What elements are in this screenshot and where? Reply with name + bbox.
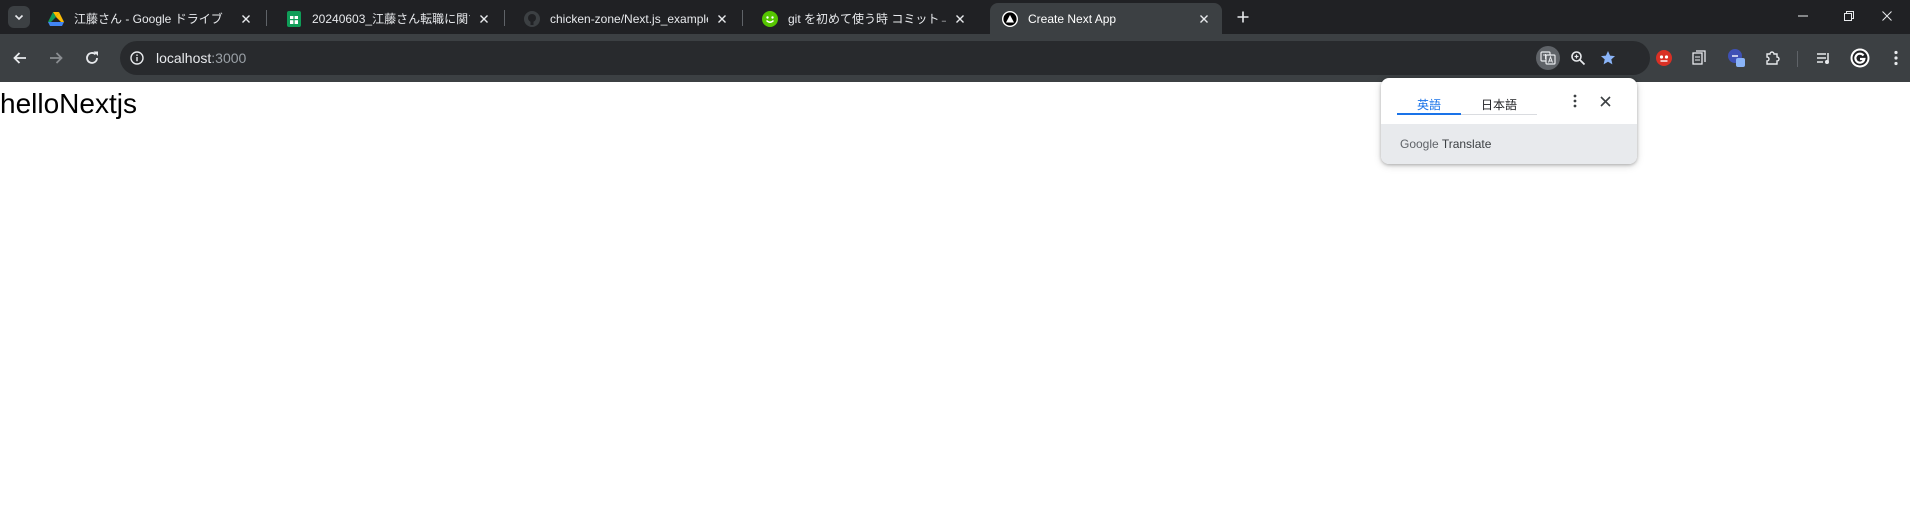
url-host: localhost xyxy=(156,50,212,66)
url-port: :3000 xyxy=(211,50,247,66)
brand-google: Google xyxy=(1400,137,1439,151)
playlist-icon xyxy=(1817,53,1829,64)
media-control-button[interactable] xyxy=(1812,46,1836,70)
close-icon[interactable] xyxy=(238,11,254,27)
smiley-site-icon xyxy=(762,10,778,27)
page-heading: helloNextjs xyxy=(0,88,137,119)
minimize-button[interactable] xyxy=(1780,0,1826,32)
minimize-icon xyxy=(1798,15,1808,17)
browser-toolbar: localhost:3000 xyxy=(0,34,1910,82)
tab-git-article[interactable]: git を初めて使う時 コミット→プッシ xyxy=(750,3,978,34)
reload-icon xyxy=(86,51,98,64)
active-tab-indicator xyxy=(1397,113,1461,115)
star-icon xyxy=(1601,51,1615,65)
reload-button[interactable] xyxy=(80,46,104,70)
arrow-left-icon xyxy=(13,52,26,64)
translate-popup: 英語 日本語 Google Translate xyxy=(1381,78,1637,164)
site-info-icon[interactable] xyxy=(129,50,145,66)
tab-title: 20240603_江藤さん転職に関する xyxy=(312,12,470,26)
close-icon xyxy=(1882,11,1892,21)
extension-blue-button[interactable] xyxy=(1724,46,1748,70)
url-text[interactable]: localhost:3000 xyxy=(156,50,246,66)
extensions-button[interactable] xyxy=(1760,46,1784,70)
nextjs-icon xyxy=(1002,10,1018,27)
plus-icon xyxy=(1237,11,1249,23)
tab-title: 江藤さん - Google ドライブ xyxy=(74,12,223,26)
new-tab-button[interactable] xyxy=(1232,6,1254,28)
translate-close-button[interactable] xyxy=(1595,91,1615,111)
google-drive-icon xyxy=(48,11,64,27)
google-account-icon xyxy=(1850,48,1870,68)
tab-search-button[interactable] xyxy=(8,6,30,28)
address-bar[interactable]: localhost:3000 xyxy=(120,41,1650,75)
extension-red-button[interactable] xyxy=(1652,46,1676,70)
tab-source-language[interactable]: 英語 xyxy=(1397,93,1461,115)
tab-google-drive[interactable]: 江藤さん - Google ドライブ xyxy=(36,3,264,34)
copy-extension-icon xyxy=(1692,50,1706,65)
close-icon[interactable] xyxy=(952,11,968,27)
github-icon xyxy=(524,10,540,27)
bookmark-button[interactable] xyxy=(1596,46,1620,70)
window-close-button[interactable] xyxy=(1864,0,1910,32)
close-icon[interactable] xyxy=(1196,11,1212,27)
tab-github[interactable]: chicken-zone/Next.js_example xyxy=(512,3,740,34)
close-icon[interactable] xyxy=(476,11,492,27)
tab-title: git を初めて使う時 コミット→プッシ xyxy=(788,12,946,26)
google-sheets-icon xyxy=(286,10,302,27)
profile-extension-icon xyxy=(1728,49,1745,67)
profile-avatar[interactable] xyxy=(1848,46,1872,70)
zoom-icon xyxy=(1571,51,1586,66)
back-button[interactable] xyxy=(8,46,32,70)
tab-separator xyxy=(504,10,505,26)
bug-extension-icon xyxy=(1656,50,1672,66)
tab-separator xyxy=(742,10,743,26)
restore-icon xyxy=(1844,11,1854,21)
translate-footer: Google Translate xyxy=(1381,124,1637,164)
translate-page-button[interactable] xyxy=(1536,46,1560,70)
brand-translate: Translate xyxy=(1441,137,1492,151)
chevron-down-icon xyxy=(14,14,24,21)
puzzle-icon xyxy=(1766,51,1780,65)
tab-create-next-app[interactable]: Create Next App xyxy=(990,3,1222,34)
forward-button[interactable] xyxy=(44,46,68,70)
translate-options-button[interactable] xyxy=(1565,91,1585,111)
browser-menu-button[interactable] xyxy=(1884,46,1908,70)
tab-underline xyxy=(1461,114,1537,115)
tab-title: chicken-zone/Next.js_example xyxy=(550,11,708,26)
extension-copy-button[interactable] xyxy=(1687,46,1711,70)
translate-icon xyxy=(1540,51,1556,65)
tab-title: Create Next App xyxy=(1028,11,1117,26)
arrow-right-icon xyxy=(50,52,63,64)
close-icon[interactable] xyxy=(714,11,730,27)
tab-separator xyxy=(266,10,267,26)
tab-strip: 江藤さん - Google ドライブ 20240603_江藤さん転職に関する xyxy=(0,0,1910,34)
google-translate-brand: Google Translate xyxy=(1400,137,1491,151)
tab-google-sheets[interactable]: 20240603_江藤さん転職に関する xyxy=(274,3,502,34)
kebab-menu-icon xyxy=(1894,50,1898,66)
tab-target-language[interactable]: 日本語 xyxy=(1461,93,1537,115)
zoom-button[interactable] xyxy=(1566,46,1590,70)
kebab-menu-icon xyxy=(1573,94,1577,108)
toolbar-divider xyxy=(1797,51,1798,67)
close-icon xyxy=(1599,95,1611,107)
